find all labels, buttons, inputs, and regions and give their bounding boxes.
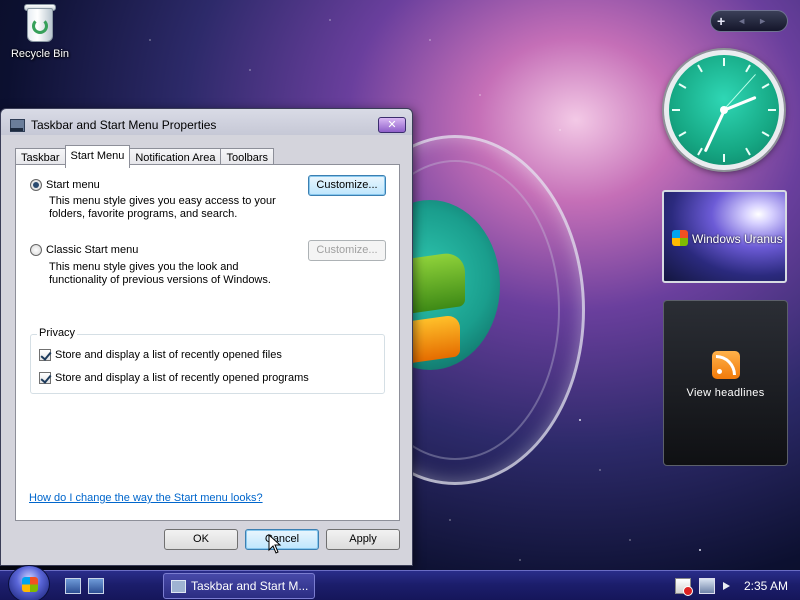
start-menu-description-line2: folders, favorite programs, and search.: [49, 208, 238, 220]
store-programs-option[interactable]: Store and display a list of recently ope…: [39, 372, 309, 384]
clock-minute-hand: [703, 109, 726, 153]
classic-start-menu-radio-label[interactable]: Classic Start menu: [46, 244, 138, 256]
recycle-bin-shortcut[interactable]: Recycle Bin: [4, 2, 76, 60]
sidebar-next-button[interactable]: ►: [758, 16, 767, 26]
taskbar-properties-dialog: Taskbar and Start Menu Properties ✕ Task…: [0, 108, 413, 566]
system-tray: 2:35 AM: [674, 571, 800, 600]
clock-gadget[interactable]: [664, 50, 784, 170]
start-menu-panel: Start menu This menu style gives you eas…: [15, 164, 400, 521]
start-menu-radio-label[interactable]: Start menu: [46, 179, 100, 191]
dialog-titlebar[interactable]: Taskbar and Start Menu Properties ✕: [1, 109, 412, 141]
start-menu-radio[interactable]: [30, 179, 42, 191]
windows-start-icon: [22, 577, 38, 592]
recycle-bin-icon: [23, 2, 57, 44]
store-files-option[interactable]: Store and display a list of recently ope…: [39, 349, 282, 361]
taskbar: Taskbar and Start M... 2:35 AM: [0, 565, 800, 600]
store-programs-label[interactable]: Store and display a list of recently ope…: [55, 372, 309, 384]
start-menu-description: This menu style gives you easy access to…: [49, 195, 276, 221]
classic-start-menu-option[interactable]: Classic Start menu: [30, 244, 138, 256]
recycle-bin-label: Recycle Bin: [10, 48, 70, 60]
wallpaper-logo-orange: [405, 314, 460, 364]
classic-description-line1: This menu style gives you the look and: [49, 261, 239, 273]
add-gadget-button[interactable]: +: [717, 14, 725, 28]
feed-headlines-gadget[interactable]: View headlines: [663, 300, 788, 466]
task-button-label: Taskbar and Start M...: [191, 579, 309, 593]
sidebar-controls: + ◄ ►: [710, 10, 788, 32]
start-menu-option[interactable]: Start menu: [30, 179, 100, 191]
feed-headlines-label[interactable]: View headlines: [664, 387, 787, 399]
start-menu-help-link[interactable]: How do I change the way the Start menu l…: [29, 492, 263, 504]
windows-flag-icon: [672, 230, 688, 246]
dialog-title: Taskbar and Start Menu Properties: [31, 118, 217, 132]
cancel-button[interactable]: Cancel: [245, 529, 319, 550]
store-files-label[interactable]: Store and display a list of recently ope…: [55, 349, 282, 361]
mouse-pointer-icon: [268, 534, 282, 554]
action-center-icon[interactable]: [674, 578, 693, 596]
network-icon[interactable]: [698, 578, 715, 594]
rss-icon: [711, 351, 740, 379]
switch-windows-icon[interactable]: [88, 578, 104, 594]
sidebar-prev-button[interactable]: ◄: [737, 16, 746, 26]
privacy-group: Privacy Store and display a list of rece…: [30, 327, 385, 394]
classic-customize-button: Customize...: [308, 240, 386, 261]
privacy-group-label: Privacy: [37, 327, 78, 339]
store-files-checkbox[interactable]: [39, 349, 51, 361]
show-desktop-icon[interactable]: [65, 578, 81, 594]
customize-button[interactable]: Customize...: [308, 175, 386, 196]
classic-description-line2: functionality of previous versions of Wi…: [49, 274, 271, 286]
classic-start-menu-radio[interactable]: [30, 244, 42, 256]
slideshow-gadget[interactable]: Windows Uranus: [662, 190, 787, 283]
start-button[interactable]: [8, 565, 50, 600]
taskbar-clock[interactable]: 2:35 AM: [744, 579, 788, 593]
apply-button[interactable]: Apply: [326, 529, 400, 550]
volume-icon[interactable]: [722, 582, 730, 590]
taskbar-properties-icon: [9, 117, 25, 133]
tab-start-menu[interactable]: Start Menu: [64, 145, 131, 168]
classic-description: This menu style gives you the look and f…: [49, 261, 271, 287]
start-menu-description-line1: This menu style gives you easy access to…: [49, 195, 276, 207]
store-programs-checkbox[interactable]: [39, 372, 51, 384]
taskbar-properties-task-button[interactable]: Taskbar and Start M...: [163, 573, 315, 599]
taskbar-properties-task-icon: [170, 578, 186, 594]
ok-button[interactable]: OK: [164, 529, 238, 550]
wallpaper-logo-green: [405, 250, 465, 315]
slideshow-caption: Windows Uranus: [692, 232, 783, 246]
close-button[interactable]: ✕: [378, 117, 406, 133]
